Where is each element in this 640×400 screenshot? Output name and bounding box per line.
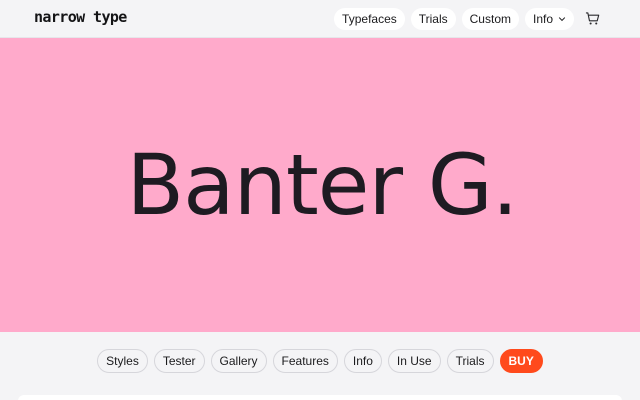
nav-label: Typefaces <box>342 12 397 26</box>
section-gallery[interactable]: Gallery <box>210 349 267 373</box>
logo[interactable]: narrow type <box>34 8 127 26</box>
typeface-title: Banter G. <box>126 136 519 234</box>
site-header: narrow type Typefaces Trials Custom Info <box>0 0 640 38</box>
nav-label: Info <box>532 12 553 26</box>
section-tester[interactable]: Tester <box>153 349 205 373</box>
buy-button[interactable]: BUY <box>499 349 543 373</box>
nav-label: Trials <box>418 12 448 26</box>
section-in-use[interactable]: In Use <box>387 349 441 373</box>
section-info[interactable]: Info <box>343 349 382 373</box>
chevron-down-icon <box>558 17 566 22</box>
hero-banner: Banter G. <box>0 38 640 332</box>
nav-label: Custom <box>469 12 511 26</box>
nav-trials[interactable]: Trials <box>410 8 456 30</box>
nav-info-dropdown[interactable]: Info <box>524 8 574 30</box>
section-nav: Styles Tester Gallery Features Info In U… <box>0 349 640 373</box>
section-trials[interactable]: Trials <box>446 349 494 373</box>
content-panel-edge <box>18 395 622 400</box>
nav-custom[interactable]: Custom <box>461 8 519 30</box>
main-nav: Typefaces Trials Custom Info <box>334 8 574 30</box>
cart-icon[interactable] <box>585 11 600 26</box>
section-styles[interactable]: Styles <box>97 349 148 373</box>
nav-typefaces[interactable]: Typefaces <box>334 8 405 30</box>
section-features[interactable]: Features <box>272 349 338 373</box>
